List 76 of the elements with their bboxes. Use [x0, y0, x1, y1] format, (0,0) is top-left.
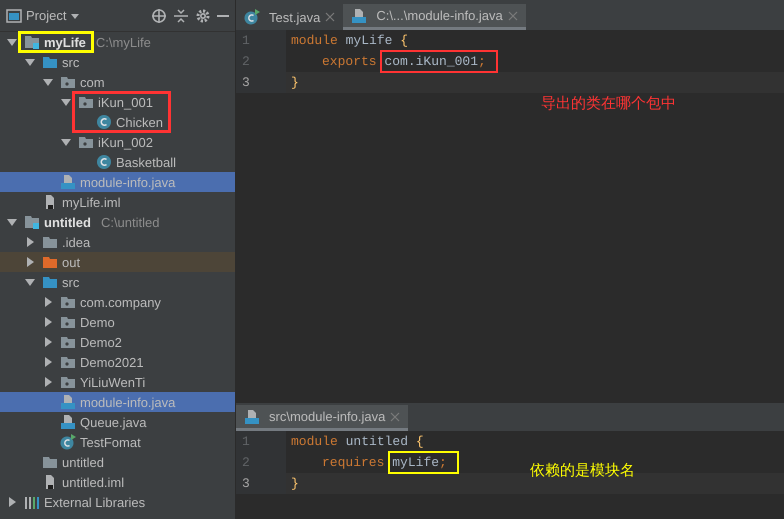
code-text: myLife: [392, 455, 440, 470]
java-file-icon: [60, 174, 76, 190]
folder-icon: [42, 274, 58, 290]
code-brace: }: [291, 75, 299, 90]
code-text: com.iKun_001: [384, 54, 478, 69]
folder-icon: [42, 254, 58, 270]
code-punctuation: ;: [478, 54, 486, 69]
tree-item[interactable]: Queue.java: [0, 412, 235, 432]
tree-item[interactable]: iKun_002: [0, 132, 235, 152]
package-icon: [60, 74, 76, 90]
tree-item[interactable]: untitled.iml: [0, 472, 235, 492]
close-icon: [325, 12, 336, 22]
class-icon: [96, 154, 112, 170]
settings-icon: [195, 8, 211, 24]
package-icon: [78, 134, 94, 150]
editor-tab[interactable]: C:\...\module-info.java: [343, 4, 526, 30]
crosshair-icon: [151, 8, 167, 24]
tree-item[interactable]: Chicken: [0, 112, 235, 132]
module-path: C:\untitled: [100, 214, 160, 230]
tree-item[interactable]: out: [0, 252, 235, 272]
tree-item[interactable]: .idea: [0, 232, 235, 252]
close-icon: [390, 412, 400, 422]
class-icon: [60, 434, 76, 450]
code-text: untitled: [346, 434, 408, 449]
code-keyword: exports: [322, 54, 377, 69]
folder-icon: [42, 454, 58, 470]
annotation-note: 导出的类在哪个包中: [541, 94, 676, 113]
code-punctuation: ;: [439, 455, 447, 470]
java-file-icon: [351, 8, 368, 24]
java-file-icon: [60, 394, 76, 410]
tree-item[interactable]: Demo2: [0, 332, 235, 352]
code-keyword: module: [291, 434, 338, 449]
tree-item[interactable]: myLife C:\myLife: [0, 32, 235, 52]
tree-item[interactable]: src: [0, 52, 235, 72]
package-icon: [60, 314, 76, 330]
module-icon: [24, 214, 40, 230]
tree-item[interactable]: Demo: [0, 312, 235, 332]
tree-item[interactable]: YiLiuWenTi: [0, 372, 235, 392]
tree-item[interactable]: com: [0, 72, 235, 92]
class-icon: [244, 9, 260, 25]
tree-item[interactable]: myLife.iml: [0, 192, 235, 212]
close-icon: [508, 10, 518, 20]
code-keyword: module: [291, 33, 338, 48]
tree-item[interactable]: Demo2021: [0, 352, 235, 372]
panel-title[interactable]: Project: [26, 8, 66, 23]
code-keyword: requires: [322, 455, 384, 470]
code-brace: {: [400, 33, 408, 48]
folder-icon: [42, 54, 58, 70]
tree-item[interactable]: src: [0, 272, 235, 292]
tree-item[interactable]: untitled: [0, 452, 235, 472]
package-icon: [60, 334, 76, 350]
tree-item[interactable]: iKun_001: [0, 92, 235, 112]
package-icon: [60, 294, 76, 310]
panel-icon: [6, 8, 22, 24]
annotation-note: 依赖的是模块名: [530, 461, 635, 480]
tree-item[interactable]: External Libraries: [0, 492, 235, 512]
java-file-icon: [244, 408, 260, 424]
editor-tab[interactable]: src\module-info.java: [236, 405, 408, 431]
tree-item[interactable]: com.company: [0, 292, 235, 312]
code-brace: }: [291, 476, 299, 491]
collapse-icon: [173, 8, 189, 24]
package-icon: [60, 374, 76, 390]
module-icon: [24, 34, 40, 50]
package-icon: [78, 94, 94, 110]
class-icon: [96, 114, 112, 130]
java-file-icon: [60, 414, 76, 430]
tree-item[interactable]: Basketball: [0, 152, 235, 172]
library-icon: [24, 494, 40, 510]
code-text: myLife: [346, 33, 392, 48]
folder-icon: [42, 234, 58, 250]
module-path: C:\myLife: [96, 34, 151, 50]
package-icon: [60, 354, 76, 370]
tree-item[interactable]: untitled C:\untitled: [0, 212, 235, 232]
minimize-icon: [217, 14, 229, 16]
tree-item[interactable]: TestFomat: [0, 432, 235, 452]
code-brace: {: [416, 434, 424, 449]
